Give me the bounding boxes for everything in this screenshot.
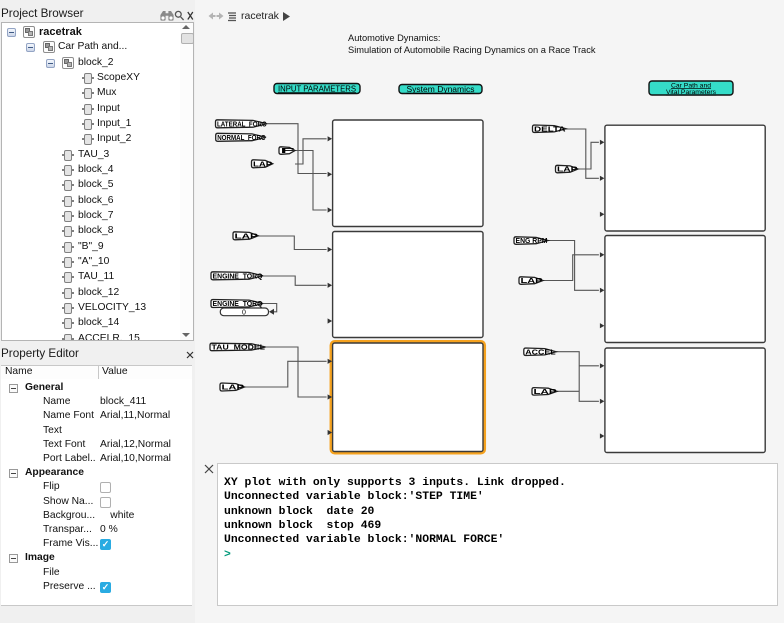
svg-text:LAP: LAP bbox=[253, 161, 273, 168]
svg-text:ACCEL: ACCEL bbox=[525, 349, 556, 356]
svg-text:Vital Parameters: Vital Parameters bbox=[666, 89, 717, 96]
svg-text:LAP: LAP bbox=[534, 389, 558, 396]
svg-text:0: 0 bbox=[242, 309, 246, 316]
svg-text:LAP: LAP bbox=[235, 233, 259, 240]
svg-text:LAP: LAP bbox=[557, 167, 578, 174]
svg-text:LATERAL_FORC: LATERAL_FORC bbox=[217, 121, 267, 128]
svg-text:TAU_MODEL: TAU_MODEL bbox=[212, 344, 266, 351]
svg-text:ENG RPM: ENG RPM bbox=[516, 238, 548, 245]
svg-text:ENGINE_TORQ: ENGINE_TORQ bbox=[213, 273, 264, 280]
svg-text:ENGINE_TORQ: ENGINE_TORQ bbox=[213, 301, 264, 308]
svg-text:NORMAL_FORC: NORMAL_FORC bbox=[217, 135, 265, 142]
svg-text:INPUT PARAMETERS: INPUT PARAMETERS bbox=[278, 84, 356, 93]
svg-text:DELTA: DELTA bbox=[534, 126, 566, 133]
svg-text:System Dynamics: System Dynamics bbox=[407, 85, 475, 94]
svg-text:LAP: LAP bbox=[521, 278, 544, 285]
svg-text:LAP: LAP bbox=[222, 385, 245, 392]
svg-text:F: F bbox=[281, 148, 297, 155]
